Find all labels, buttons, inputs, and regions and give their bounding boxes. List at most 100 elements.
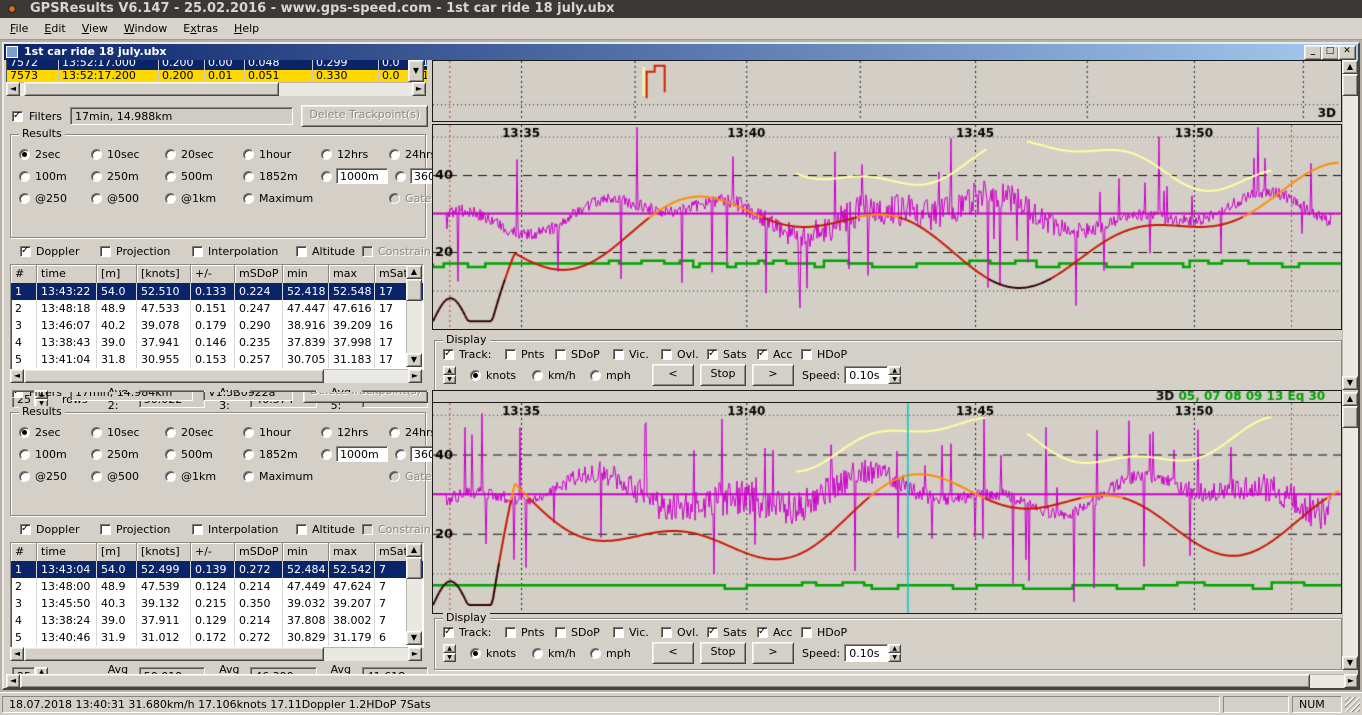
- minimize-button[interactable]: _: [1304, 45, 1322, 60]
- 250-radio[interactable]: [19, 193, 30, 204]
- filters-value-field[interactable]: 17min, 14.988km: [70, 107, 293, 125]
- speed-spinner[interactable]: ▲▼: [888, 366, 901, 384]
- 24hrs-radio[interactable]: [389, 149, 400, 160]
- spin-up-icon[interactable]: ▲: [888, 644, 901, 653]
- step-forward-button[interactable]: >: [752, 642, 794, 664]
- hdop-check[interactable]: [801, 627, 812, 638]
- 2sec-radio[interactable]: [19, 427, 30, 438]
- filters-value-field[interactable]: 17min, 14.984km: [70, 392, 193, 401]
- scroll-right-icon[interactable]: ►: [412, 82, 426, 96]
- step-forward-button[interactable]: >: [752, 364, 794, 386]
- scroll-up-icon[interactable]: ▲: [1342, 60, 1358, 74]
- child-h-scrollbar[interactable]: ◄ ►: [6, 674, 1358, 688]
- scroll-track[interactable]: [406, 557, 422, 631]
- maximum-radio[interactable]: [243, 471, 254, 482]
- window-button-icon[interactable]: [7, 4, 17, 14]
- table-row[interactable]: 513:40:4631.931.0120.1720.27230.82931.17…: [11, 629, 423, 646]
- scroll-thumb[interactable]: [24, 82, 279, 96]
- 1852m-radio[interactable]: [243, 171, 254, 182]
- trackpoint-h-scrollbar[interactable]: ◄ ►: [6, 82, 426, 96]
- 1000m-input[interactable]: 1000m: [336, 446, 388, 462]
- chart-v-scrollbar-top[interactable]: ▲ ▼: [1342, 60, 1358, 390]
- table-row[interactable]: 413:38:2439.037.9110.1290.21437.80838.00…: [11, 612, 423, 629]
- vic-check[interactable]: [613, 349, 624, 360]
- scroll-thumb[interactable]: [24, 647, 324, 661]
- knots-radio[interactable]: [470, 370, 481, 381]
- pnts-check[interactable]: [505, 349, 516, 360]
- menu-item-help[interactable]: Help: [226, 19, 267, 38]
- 1km-radio[interactable]: [165, 193, 176, 204]
- speed-chart-top[interactable]: [432, 124, 1342, 330]
- acc-check[interactable]: [757, 627, 768, 638]
- sdop-check[interactable]: [555, 349, 566, 360]
- table-row-selected[interactable]: 113:43:2254.052.5100.1330.22452.41852.54…: [11, 283, 423, 300]
- altitude-strip-chart[interactable]: [432, 60, 1342, 122]
- scroll-left-icon[interactable]: ◄: [6, 674, 20, 688]
- 100m-radio[interactable]: [19, 449, 30, 460]
- scroll-down-icon[interactable]: ▼: [406, 631, 422, 645]
- 250-radio[interactable]: [19, 471, 30, 482]
- interpolation-check[interactable]: [192, 246, 203, 257]
- scroll-left-icon[interactable]: ◄: [10, 647, 24, 661]
- trackpoint-list[interactable]: 757213:52:17.0000.2000.000.0480.2990.016…: [6, 60, 427, 82]
- scroll-track[interactable]: [406, 279, 422, 353]
- altitude-check[interactable]: [296, 246, 307, 257]
- scroll-track[interactable]: [24, 647, 408, 661]
- scroll-thumb[interactable]: [1342, 406, 1358, 428]
- scroll-right-icon[interactable]: ►: [408, 647, 422, 661]
- scroll-track[interactable]: [24, 369, 408, 383]
- knots-radio[interactable]: [470, 648, 481, 659]
- menu-item-file[interactable]: File: [2, 19, 36, 38]
- scroll-track[interactable]: [1342, 74, 1358, 376]
- 360min-radio[interactable]: [395, 449, 406, 460]
- scroll-up-icon[interactable]: ▲: [406, 543, 422, 557]
- scroll-thumb[interactable]: [406, 557, 422, 579]
- stop-button[interactable]: Stop: [700, 364, 746, 386]
- row-scroll-down-button[interactable]: ▼: [408, 60, 424, 82]
- table-row[interactable]: 313:45:5040.339.1320.2150.35039.03239.20…: [11, 595, 423, 612]
- track-check[interactable]: [443, 627, 454, 638]
- speed-field[interactable]: 0.10s: [844, 366, 888, 384]
- scroll-up-icon[interactable]: ▲: [1342, 392, 1358, 406]
- menu-item-extras[interactable]: Extras: [175, 19, 226, 38]
- 12hrs-radio[interactable]: [321, 149, 332, 160]
- stop-button[interactable]: Stop: [700, 642, 746, 664]
- speed-chart-bottom[interactable]: [432, 402, 1342, 614]
- menu-item-window[interactable]: Window: [116, 19, 175, 38]
- speed-spinner[interactable]: ▲▼: [888, 644, 901, 662]
- scroll-thumb[interactable]: [20, 674, 1310, 688]
- interpolation-check[interactable]: [192, 524, 203, 535]
- scroll-track[interactable]: [1342, 406, 1358, 656]
- spin-down-icon[interactable]: ▼: [888, 375, 901, 384]
- 1000m-radio[interactable]: [321, 171, 332, 182]
- km-h-radio[interactable]: [532, 370, 543, 381]
- 1hour-radio[interactable]: [243, 149, 254, 160]
- window-resize-grip[interactable]: [1345, 697, 1360, 712]
- scroll-track[interactable]: [20, 674, 1344, 688]
- close-button[interactable]: ✕: [1338, 45, 1356, 60]
- 20sec-radio[interactable]: [165, 427, 176, 438]
- restore-button[interactable]: □: [1321, 45, 1339, 60]
- speed-field[interactable]: 0.10s: [844, 644, 888, 662]
- scroll-left-icon[interactable]: ◄: [6, 82, 20, 96]
- results-table-h-scrollbar-top[interactable]: ◄ ►: [10, 369, 422, 383]
- scroll-thumb[interactable]: [1342, 74, 1358, 96]
- 2sec-radio[interactable]: [19, 149, 30, 160]
- 12hrs-radio[interactable]: [321, 427, 332, 438]
- ovl-check[interactable]: [661, 349, 672, 360]
- step-back-button[interactable]: <: [652, 364, 694, 386]
- chart-v-scrollbar-bottom[interactable]: ▲ ▼: [1342, 392, 1358, 670]
- 10sec-radio[interactable]: [91, 427, 102, 438]
- table-row[interactable]: 313:46:0740.239.0780.1790.29038.91639.20…: [11, 317, 423, 334]
- step-back-button[interactable]: <: [652, 642, 694, 664]
- scroll-right-icon[interactable]: ►: [408, 369, 422, 383]
- 1km-radio[interactable]: [165, 471, 176, 482]
- spin-down-icon[interactable]: ▼: [443, 653, 456, 662]
- table-row[interactable]: 513:41:0431.830.9550.1530.25730.70531.18…: [11, 351, 423, 368]
- altitude-check[interactable]: [296, 524, 307, 535]
- table-row[interactable]: 413:38:4339.037.9410.1460.23537.83937.99…: [11, 334, 423, 351]
- 1000m-input[interactable]: 1000m: [336, 168, 388, 184]
- 500-radio[interactable]: [91, 471, 102, 482]
- scroll-thumb[interactable]: [406, 279, 422, 301]
- 24hrs-radio[interactable]: [389, 427, 400, 438]
